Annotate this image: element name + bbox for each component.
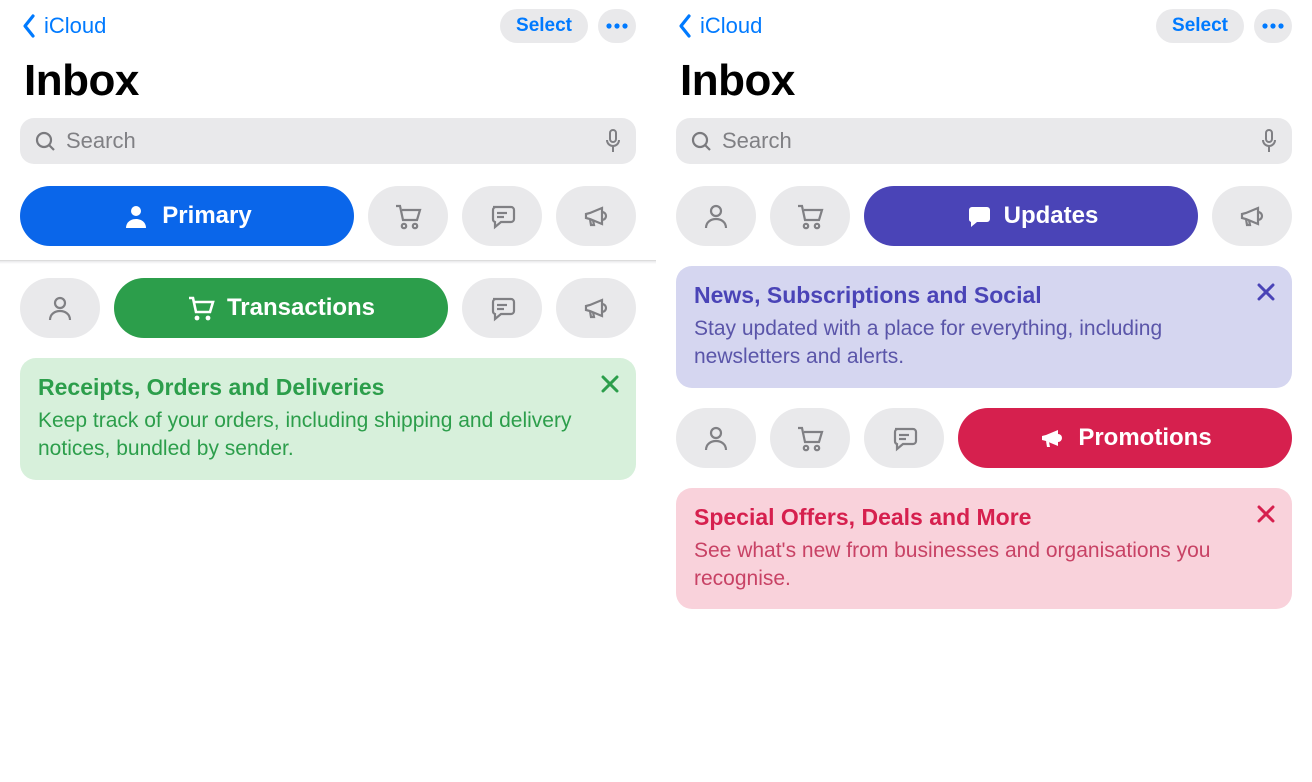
search-placeholder: Search (722, 128, 1260, 154)
search-placeholder: Search (66, 128, 604, 154)
chat-icon (488, 202, 516, 230)
tab-primary-mini[interactable] (20, 278, 100, 338)
select-button[interactable]: Select (1156, 9, 1244, 43)
tab-promotions-mini[interactable] (556, 186, 636, 246)
tab-promotions-label: Promotions (1078, 424, 1211, 452)
banner-updates: News, Subscriptions and Social Stay upda… (676, 266, 1292, 388)
chat-icon (890, 424, 918, 452)
person-icon (702, 424, 730, 452)
tab-transactions-mini[interactable] (368, 186, 448, 246)
back-button[interactable]: iCloud (20, 12, 106, 40)
tab-primary-mini[interactable] (676, 186, 756, 246)
chevron-left-icon (676, 12, 694, 40)
ellipsis-icon (606, 22, 628, 30)
back-button[interactable]: iCloud (676, 12, 762, 40)
tab-transactions[interactable]: Transactions (114, 278, 448, 338)
divider (0, 260, 656, 264)
banner-title: News, Subscriptions and Social (694, 282, 1274, 309)
mic-icon[interactable] (604, 128, 622, 154)
search-icon (34, 130, 56, 152)
ellipsis-icon (1262, 22, 1284, 30)
chat-icon (488, 294, 516, 322)
cart-icon (796, 202, 824, 230)
close-button[interactable] (1254, 502, 1278, 526)
banner-transactions: Receipts, Orders and Deliveries Keep tra… (20, 358, 636, 480)
close-icon (1254, 502, 1278, 526)
close-button[interactable] (1254, 280, 1278, 304)
chat-icon (964, 202, 992, 230)
select-label: Select (1172, 15, 1228, 37)
tab-updates-mini[interactable] (864, 408, 944, 468)
tab-transactions-mini[interactable] (770, 408, 850, 468)
mic-icon[interactable] (1260, 128, 1278, 154)
select-label: Select (516, 15, 572, 37)
person-icon (702, 202, 730, 230)
person-icon (122, 202, 150, 230)
tab-transactions-label: Transactions (227, 294, 375, 322)
navbar: iCloud Select (20, 0, 636, 46)
banner-title: Receipts, Orders and Deliveries (38, 374, 618, 401)
close-icon (1254, 280, 1278, 304)
megaphone-icon (582, 202, 610, 230)
tab-promotions-mini[interactable] (556, 278, 636, 338)
chevron-left-icon (20, 12, 38, 40)
banner-promotions: Special Offers, Deals and More See what'… (676, 488, 1292, 610)
tab-updates-mini[interactable] (462, 186, 542, 246)
megaphone-icon (582, 294, 610, 322)
page-title: Inbox (24, 56, 636, 106)
pane-right: iCloud Select Inbox Search Updat (656, 0, 1312, 782)
close-button[interactable] (598, 372, 622, 396)
person-icon (46, 294, 74, 322)
banner-body: See what's new from businesses and organ… (694, 537, 1274, 594)
megaphone-icon (1038, 424, 1066, 452)
banner-body: Keep track of your orders, including shi… (38, 407, 618, 464)
back-label: iCloud (700, 13, 762, 39)
tab-updates[interactable]: Updates (864, 186, 1198, 246)
search-input[interactable]: Search (20, 118, 636, 164)
tab-primary[interactable]: Primary (20, 186, 354, 246)
banner-body: Stay updated with a place for everything… (694, 315, 1274, 372)
select-button[interactable]: Select (500, 9, 588, 43)
category-row-promotions: Promotions (676, 408, 1292, 468)
megaphone-icon (1238, 202, 1266, 230)
back-label: iCloud (44, 13, 106, 39)
tab-primary-label: Primary (162, 202, 251, 230)
banner-title: Special Offers, Deals and More (694, 504, 1274, 531)
tab-transactions-mini[interactable] (770, 186, 850, 246)
tab-updates-label: Updates (1004, 202, 1099, 230)
cart-icon (394, 202, 422, 230)
category-row-primary: Primary (20, 186, 636, 246)
tab-promotions[interactable]: Promotions (958, 408, 1292, 468)
category-row-updates: Updates (676, 186, 1292, 246)
search-input[interactable]: Search (676, 118, 1292, 164)
category-row-transactions: Transactions (20, 278, 636, 338)
navbar: iCloud Select (676, 0, 1292, 46)
tab-updates-mini[interactable] (462, 278, 542, 338)
cart-icon (187, 294, 215, 322)
more-button[interactable] (1254, 9, 1292, 43)
search-icon (690, 130, 712, 152)
tab-primary-mini[interactable] (676, 408, 756, 468)
close-icon (598, 372, 622, 396)
more-button[interactable] (598, 9, 636, 43)
pane-left: iCloud Select Inbox Search Primary (0, 0, 656, 782)
cart-icon (796, 424, 824, 452)
tab-promotions-mini[interactable] (1212, 186, 1292, 246)
page-title: Inbox (680, 56, 1292, 106)
